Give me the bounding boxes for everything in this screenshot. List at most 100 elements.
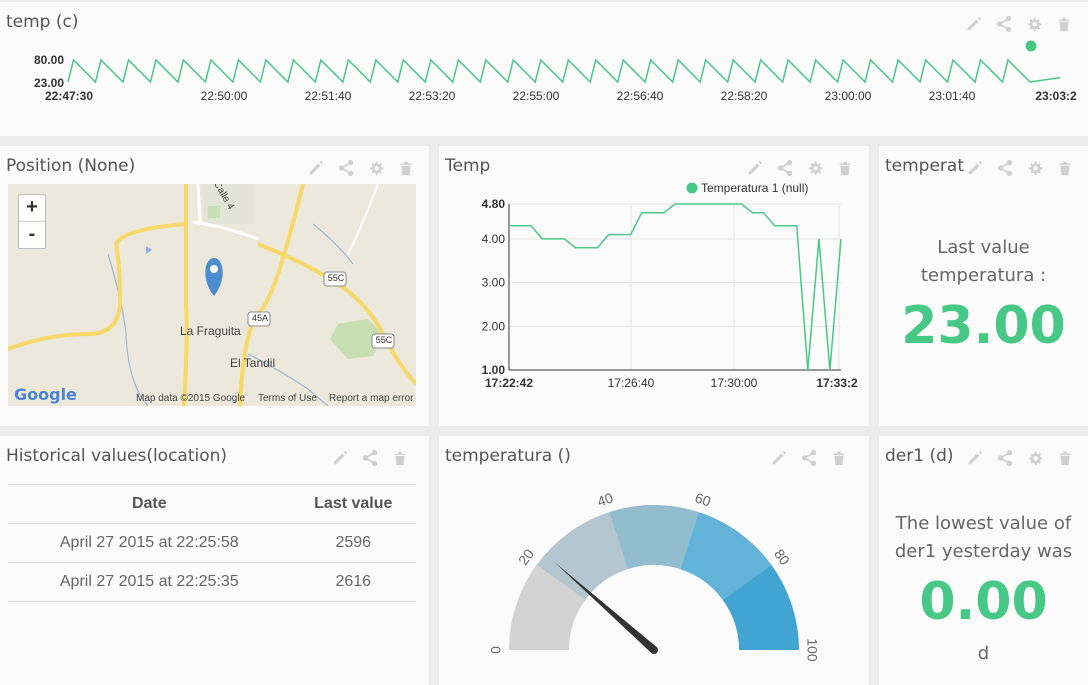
widget-toolbar bbox=[745, 158, 855, 178]
x-tick-label: 22:53:20 bbox=[409, 89, 456, 103]
last-value-description: Last value temperatura : bbox=[879, 234, 1088, 290]
gauge-tick-label: 20 bbox=[515, 546, 537, 568]
historical-values-table: Date Last value April 27 2015 at 22:25:5… bbox=[8, 484, 416, 602]
table-row: April 27 2015 at 22:25:58 2596 bbox=[8, 523, 416, 563]
map-data-text: Map data ©2015 Google bbox=[136, 393, 246, 404]
legend-marker bbox=[686, 182, 698, 194]
pencil-icon[interactable] bbox=[330, 448, 350, 468]
temperatura-1-series-line bbox=[509, 203, 842, 371]
widget-gauge: temperatura () 0 20 40 60 80 100 bbox=[439, 436, 869, 685]
widget-title: temp (c) bbox=[6, 12, 79, 32]
der1-description: The lowest value of der1 yesterday was bbox=[879, 510, 1088, 566]
widget-toolbar bbox=[964, 14, 1074, 34]
widget-toolbar bbox=[965, 448, 1075, 468]
y-tick-label: 4.00 bbox=[482, 232, 506, 246]
widget-toolbar bbox=[965, 158, 1075, 178]
pencil-icon[interactable] bbox=[965, 448, 985, 468]
column-header-last-value: Last value bbox=[290, 484, 416, 524]
x-tick-label: 22:47:30 bbox=[45, 89, 93, 103]
temp-line-chart-2: 4.80 4.00 3.00 2.00 1.0017:22:42 17:26:40 17:3… bbox=[482, 181, 858, 390]
x-tick-label: 22:55:00 bbox=[513, 89, 560, 103]
map-label-road: 45A bbox=[251, 313, 268, 323]
trash-icon[interactable] bbox=[1055, 448, 1075, 468]
description-line: Last value bbox=[937, 237, 1030, 258]
share-icon[interactable] bbox=[995, 448, 1015, 468]
widget-title: Historical values(location) bbox=[6, 446, 228, 466]
zoom-in-button[interactable]: + bbox=[19, 195, 45, 221]
gear-icon[interactable] bbox=[1025, 448, 1045, 468]
y-tick-label: 80.00 bbox=[34, 53, 64, 67]
zoom-out-button[interactable]: - bbox=[19, 221, 45, 248]
widget-toolbar bbox=[330, 448, 410, 468]
x-tick-label: 22:56:40 bbox=[617, 89, 664, 103]
share-icon[interactable] bbox=[775, 158, 795, 178]
share-icon[interactable] bbox=[336, 158, 356, 178]
terms-link[interactable]: Terms of Use bbox=[258, 393, 317, 404]
pencil-icon[interactable] bbox=[964, 14, 984, 34]
description-line: der1 yesterday was bbox=[894, 541, 1073, 562]
gear-icon[interactable] bbox=[366, 158, 386, 178]
share-icon[interactable] bbox=[994, 14, 1014, 34]
pencil-icon[interactable] bbox=[306, 158, 326, 178]
temp-line-chart: 80.00 23.0022:47:30 22:50:00 22:51:40 22:53:… bbox=[34, 40, 1077, 103]
x-tick-label: 22:51:40 bbox=[305, 89, 352, 103]
cell-value: 2596 bbox=[290, 523, 416, 563]
gear-icon[interactable] bbox=[1025, 158, 1045, 178]
widget-title: Position (None) bbox=[6, 156, 136, 176]
widget-last-value: temperat Last value temperatura : 23.00 bbox=[879, 146, 1088, 426]
x-tick-label: 23:03:2 bbox=[1035, 89, 1077, 103]
x-tick-label: 22:50:00 bbox=[201, 89, 248, 103]
gear-icon[interactable] bbox=[805, 158, 825, 178]
der1-value-number: 0.00 bbox=[919, 572, 1048, 632]
widget-temp-chart: Temp 4.80 4.00 3.00 2.00 1.00 17:22:42 17:26:4… bbox=[439, 146, 869, 426]
trash-icon[interactable] bbox=[1055, 158, 1075, 178]
description-line: temperatura : bbox=[920, 265, 1047, 286]
map-roads bbox=[8, 184, 416, 406]
share-icon[interactable] bbox=[995, 158, 1015, 178]
x-tick-label: 17:30:00 bbox=[711, 376, 758, 390]
x-tick-label: 17:33:2 bbox=[816, 376, 858, 390]
x-tick-label: 17:26:40 bbox=[608, 376, 655, 390]
widget-title: temperat bbox=[885, 156, 965, 176]
y-tick-label: 1.00 bbox=[482, 363, 506, 377]
column-header-date: Date bbox=[8, 484, 291, 524]
share-icon[interactable] bbox=[360, 448, 380, 468]
temperature-gauge: 0 20 40 60 80 100 bbox=[488, 489, 821, 662]
trash-icon[interactable] bbox=[396, 158, 416, 178]
google-logo[interactable]: Google bbox=[14, 385, 77, 404]
last-point-marker[interactable] bbox=[1025, 40, 1037, 52]
legend-label[interactable]: Temperatura 1 (null) bbox=[701, 181, 808, 195]
trash-icon[interactable] bbox=[835, 158, 855, 178]
last-value-number: 23.00 bbox=[901, 296, 1066, 356]
table-header-row: Date Last value bbox=[8, 484, 416, 524]
x-tick-label: 22:58:20 bbox=[721, 89, 768, 103]
widget-position-map: Position (None) Calle 4 55C 45A 55C La F… bbox=[0, 146, 429, 426]
pencil-icon[interactable] bbox=[965, 158, 985, 178]
map-label-road: 55C bbox=[327, 273, 345, 283]
map-zoom-control: + - bbox=[18, 194, 46, 249]
der1-unit: d bbox=[977, 643, 990, 664]
pencil-icon[interactable] bbox=[745, 158, 765, 178]
widget-title: der1 (d) bbox=[885, 446, 954, 466]
temp-series-line bbox=[67, 58, 1061, 84]
cell-date: April 27 2015 at 22:25:58 bbox=[8, 523, 291, 563]
gauge-tick-label: 80 bbox=[771, 546, 793, 568]
gauge-tick-label: 100 bbox=[804, 638, 820, 662]
widget-historical-values: Historical values(location) Date Last va… bbox=[0, 436, 429, 685]
map-marker-icon[interactable] bbox=[205, 258, 223, 296]
trash-icon[interactable] bbox=[390, 448, 410, 468]
trash-icon[interactable] bbox=[1054, 14, 1074, 34]
cell-date: April 27 2015 at 22:25:35 bbox=[8, 562, 291, 602]
map-view[interactable]: Calle 4 55C 45A 55C La Fraguita El Tandi… bbox=[8, 184, 416, 406]
x-tick-label: 23:01:40 bbox=[929, 89, 976, 103]
report-map-error-link[interactable]: Report a map error bbox=[329, 393, 413, 404]
gear-icon[interactable] bbox=[1024, 14, 1044, 34]
gauge-pivot bbox=[650, 646, 658, 654]
gauge-tick-label: 40 bbox=[595, 489, 615, 509]
widget-title: Temp bbox=[445, 156, 491, 176]
x-tick-label: 17:22:42 bbox=[485, 376, 533, 390]
description-line: The lowest value of bbox=[895, 513, 1072, 534]
map-label-town: El Tandil bbox=[230, 356, 276, 370]
map-label-town: La Fraguita bbox=[180, 324, 241, 338]
widget-der1: der1 (d) The lowest value of der1 yester… bbox=[879, 436, 1088, 685]
